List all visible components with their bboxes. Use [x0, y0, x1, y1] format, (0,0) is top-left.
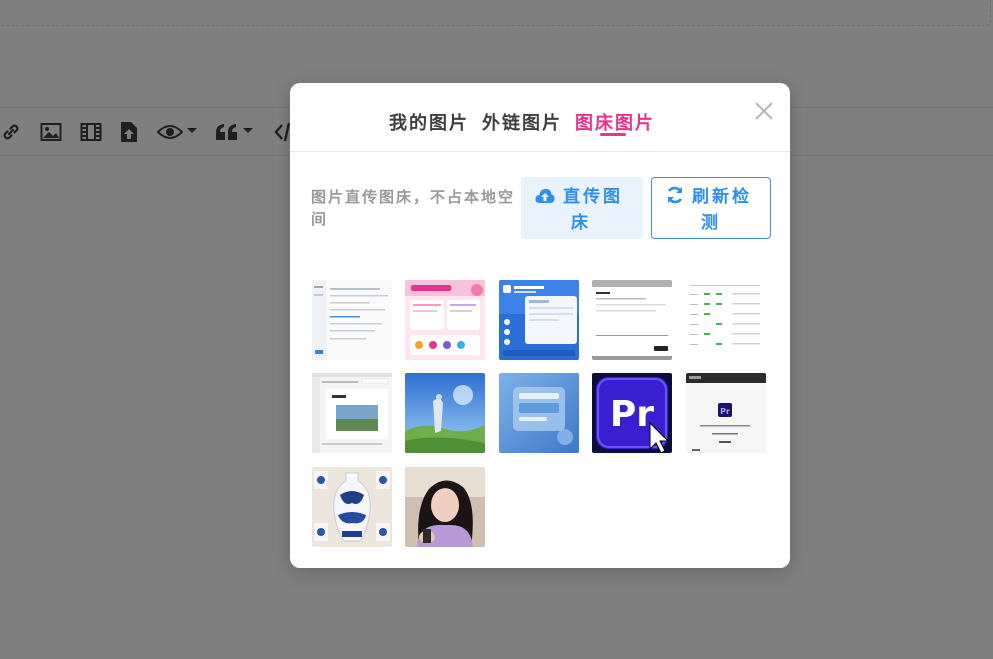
- pr-logo-text: Pr: [610, 394, 654, 435]
- editor-title-area: [0, 0, 991, 26]
- image-thumbnail[interactable]: Pr: [686, 373, 766, 453]
- image-thumbnail[interactable]: [312, 373, 392, 453]
- image-thumbnail[interactable]: [592, 280, 672, 360]
- code-icon[interactable]: [274, 122, 290, 142]
- image-picker-dialog: 我的图片 外链图片 图床图片 图片直传图床，不占本地空间 直传图 床 刷新检 测: [290, 83, 790, 568]
- image-icon[interactable]: [40, 122, 62, 142]
- image-thumbnail[interactable]: [312, 280, 392, 360]
- upload-hint-text: 图片直传图床，不占本地空间: [311, 188, 516, 228]
- image-thumbnail[interactable]: [686, 280, 766, 360]
- tab-external-images[interactable]: 外链图片: [482, 109, 562, 135]
- image-thumbnail[interactable]: [405, 373, 485, 453]
- file-upload-icon[interactable]: [119, 122, 139, 142]
- image-thumbnail[interactable]: [405, 280, 485, 360]
- close-icon[interactable]: [754, 101, 774, 121]
- direct-upload-label-2: 床: [571, 213, 591, 233]
- image-thumbnail[interactable]: [499, 280, 579, 360]
- quote-icon[interactable]: [215, 122, 253, 142]
- premiere-pro-thumbnail[interactable]: Pr: [592, 373, 672, 453]
- active-tab-indicator: [600, 133, 626, 136]
- tab-bar: 我的图片 外链图片 图床图片: [290, 83, 790, 152]
- image-thumbnail[interactable]: [312, 467, 392, 547]
- video-icon[interactable]: [80, 122, 102, 142]
- preview-icon[interactable]: [157, 122, 197, 142]
- svg-text:Pr: Pr: [720, 407, 730, 416]
- refresh-label-1: 刷新检: [692, 187, 752, 207]
- refresh-icon: [666, 186, 684, 211]
- link-icon[interactable]: [0, 122, 22, 142]
- direct-upload-button[interactable]: 直传图 床: [521, 177, 643, 239]
- refresh-check-button[interactable]: 刷新检 测: [651, 177, 771, 239]
- refresh-label-2: 测: [701, 213, 721, 233]
- image-thumbnail[interactable]: [499, 373, 579, 453]
- direct-upload-label-1: 直传图: [563, 187, 623, 207]
- tab-my-images[interactable]: 我的图片: [389, 109, 469, 135]
- image-thumbnail[interactable]: [405, 467, 485, 547]
- tab-image-host[interactable]: 图床图片: [575, 109, 655, 135]
- cloud-upload-icon: [535, 187, 555, 211]
